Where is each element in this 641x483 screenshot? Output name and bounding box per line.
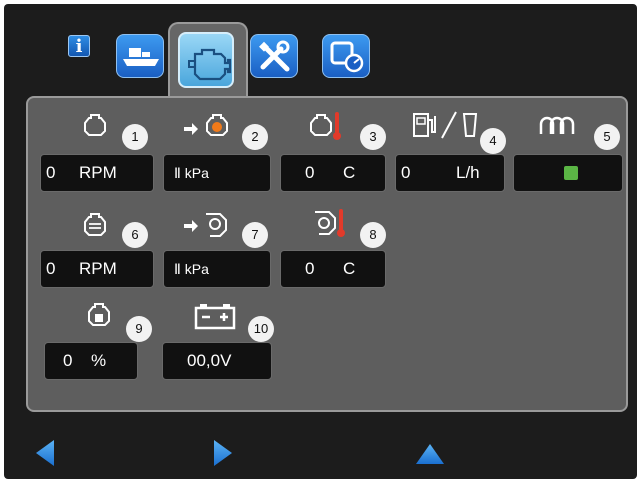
tab-tools[interactable] [250,34,298,78]
engine-screen: i 1 0 RPM 2 Ⅱ kPa 3 0 C 4 0 L/h 5 6 0 RP… [4,4,637,479]
badge-1: 1 [122,124,148,150]
engine-load-value: 0 [63,351,73,370]
engine-load-unit: % [91,351,107,370]
turbo-rpm-unit: RPM [79,259,117,278]
badge-5: 5 [594,124,620,150]
fuel-rate-value-box: 0 L/h [395,154,505,192]
badge-4: 4 [480,128,506,154]
engine-icon [188,48,232,81]
rpm-unit: RPM [79,163,117,182]
turbo-temperature-icon [315,209,345,237]
service-gauge-icon [330,41,364,73]
engine-temp-value-box: 0 C [280,154,386,192]
badge-9: 9 [126,316,152,342]
left-arrow-icon[interactable] [34,438,56,468]
engine-load-icon [88,303,110,326]
engine-temperature-icon [310,112,341,140]
glow-plug-indicator-box [513,154,623,192]
badge-2: 2 [242,124,268,150]
turbo-temp-value-box: 0 C [280,250,386,288]
engine-load-value-box: 0 % [44,342,138,380]
oil-pressure-unit: Ⅱ kPa [174,165,209,181]
battery-value-box: 00,0V [162,342,272,380]
battery-value: 00,0V [187,351,232,370]
badge-10: 10 [248,316,274,342]
badge-7: 7 [242,222,268,248]
turbo-pressure-value-box: Ⅱ kPa [163,250,271,288]
badge-6: 6 [122,222,148,248]
turbo-temp-value: 0 [305,259,315,278]
turbo-rpm-value: 0 [46,259,56,278]
turbo-engine-icon [84,213,106,236]
fuel-rate-unit: L/h [456,163,480,182]
engine-data-panel: 1 0 RPM 2 Ⅱ kPa 3 0 C 4 0 L/h 5 6 0 RPM … [26,96,628,412]
up-arrow-icon[interactable] [414,442,446,466]
oil-pressure-icon [184,114,228,136]
turbo-rpm-value-box: 0 RPM [40,250,154,288]
turbo-pressure-icon [184,213,227,237]
turbo-temp-unit: C [343,259,356,278]
tools-icon [259,40,290,72]
rpm-value: 0 [46,163,56,182]
fuel-rate-value: 0 [401,163,411,182]
rpm-value-box: 0 RPM [40,154,154,192]
info-icon: i [75,36,83,57]
engine-outline-icon [84,114,106,136]
engine-temp-value: 0 [305,163,315,182]
badge-3: 3 [360,124,386,150]
info-button[interactable]: i [68,35,90,57]
boat-icon [123,48,159,66]
turbo-pressure-unit: Ⅱ kPa [174,261,209,277]
badge-8: 8 [360,222,386,248]
tab-boat[interactable] [116,34,164,78]
glow-plug-icon [539,116,575,134]
tab-engine[interactable] [178,32,234,88]
engine-temp-unit: C [343,163,356,182]
battery-icon [194,304,236,330]
right-arrow-icon[interactable] [212,438,234,468]
oil-pressure-value-box: Ⅱ kPa [163,154,271,192]
glow-plug-indicator [564,166,578,180]
tab-service[interactable] [322,34,370,78]
